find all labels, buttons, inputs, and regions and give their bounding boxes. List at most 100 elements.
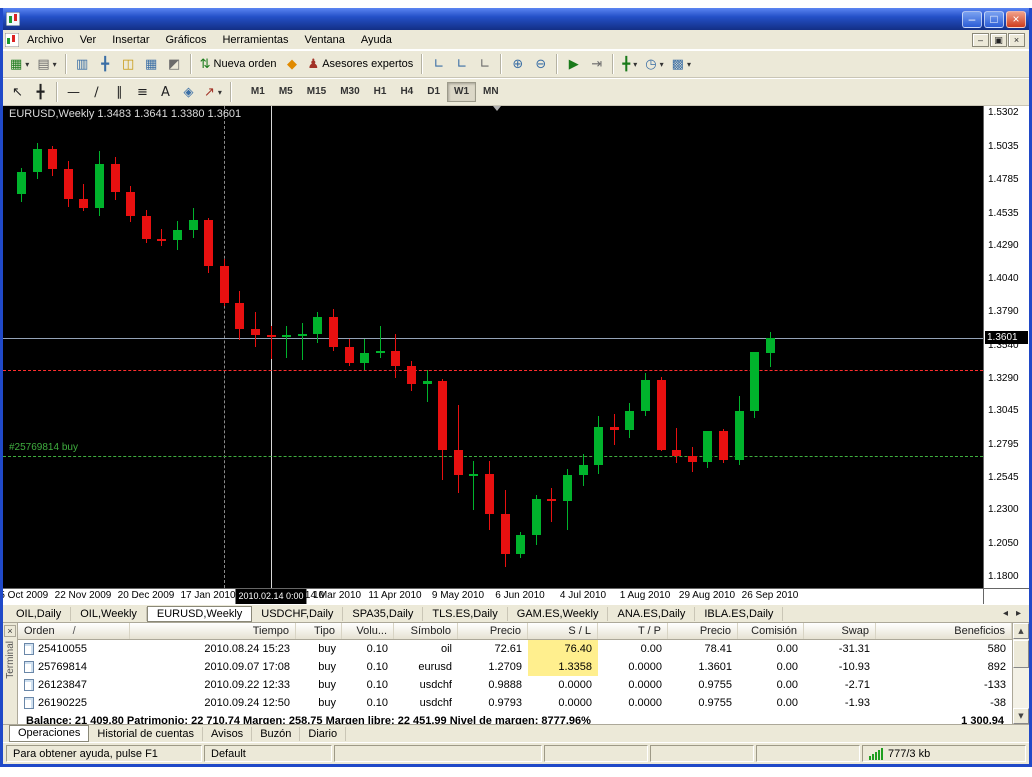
- column-header-comision[interactable]: Comisión: [738, 623, 804, 639]
- status-profile[interactable]: Default: [204, 745, 332, 762]
- date-axis[interactable]: 25 Oct 200922 Nov 200920 Dec 200917 Jan …: [3, 589, 983, 604]
- menu-archivo[interactable]: Archivo: [19, 32, 72, 48]
- timeframe-m5[interactable]: M5: [272, 82, 300, 102]
- terminal-tab-operaciones[interactable]: Operaciones: [9, 725, 89, 742]
- close-button[interactable]: ×: [1006, 11, 1026, 28]
- profiles-button[interactable]: ▤▾: [33, 53, 60, 75]
- column-header-s-l[interactable]: S / L: [528, 623, 598, 639]
- chart-tab-gam-es-weekly[interactable]: GAM.ES,Weekly: [508, 607, 609, 621]
- trendline-button[interactable]: ∕: [85, 81, 108, 103]
- column-header-swap[interactable]: Swap: [804, 623, 876, 639]
- chart-tab-usdchf-daily[interactable]: USDCHF,Daily: [252, 607, 343, 621]
- timeframe-m15[interactable]: M15: [300, 82, 333, 102]
- order-row[interactable]: 254100552010.08.24 15:23buy0.10oil72.617…: [18, 640, 1012, 658]
- chart-tab-ibla-es-daily[interactable]: IBLA.ES,Daily: [695, 607, 783, 621]
- timeframe-h1[interactable]: H1: [367, 82, 394, 102]
- chart-tab-spa35-daily[interactable]: SPA35,Daily: [343, 607, 423, 621]
- menu-ayuda[interactable]: Ayuda: [353, 32, 400, 48]
- zoom-in-button[interactable]: ⊕: [506, 53, 529, 75]
- periods-dropdown-icon[interactable]: ▾: [660, 60, 664, 69]
- timeframe-d1[interactable]: D1: [420, 82, 447, 102]
- mdi-minimize-button[interactable]: –: [972, 33, 989, 47]
- market-watch-button[interactable]: ▥: [71, 53, 94, 75]
- column-header-volu[interactable]: Volu...: [342, 623, 394, 639]
- navigator-button[interactable]: ◫: [117, 53, 140, 75]
- mdi-restore-button[interactable]: ▣: [990, 33, 1007, 47]
- chart-tab-eurusd-weekly[interactable]: EURUSD,Weekly: [147, 606, 252, 622]
- column-header-beneficios[interactable]: Beneficios: [876, 623, 1012, 639]
- chart-tab-scroll-left-icon[interactable]: ◂: [999, 608, 1012, 619]
- menu-insertar[interactable]: Insertar: [104, 32, 157, 48]
- price-axis[interactable]: 1.53021.50351.47851.45351.42901.40401.37…: [983, 106, 1029, 588]
- terminal-tab-buzon[interactable]: Buzón: [252, 727, 300, 741]
- timeframe-m30[interactable]: M30: [333, 82, 366, 102]
- column-header-precio[interactable]: Precio: [458, 623, 528, 639]
- column-header-tipo[interactable]: Tipo: [296, 623, 342, 639]
- order-row[interactable]: 257698142010.09.07 17:08buy0.10eurusd1.2…: [18, 658, 1012, 676]
- title-bar[interactable]: –□×: [3, 8, 1029, 30]
- scroll-up-icon[interactable]: ▲: [1013, 623, 1029, 639]
- order-row[interactable]: 261902252010.09.24 12:50buy0.10usdchf0.9…: [18, 694, 1012, 712]
- column-header-precio[interactable]: Precio: [668, 623, 738, 639]
- crosshair-button[interactable]: ╋: [29, 81, 52, 103]
- terminal-tab-historial-de-cuentas[interactable]: Historial de cuentas: [89, 727, 203, 741]
- minimize-button[interactable]: –: [962, 11, 982, 28]
- data-window-button[interactable]: ╋: [94, 53, 117, 75]
- strategy-tester-button[interactable]: ◩: [163, 53, 186, 75]
- equidistant-channel-button[interactable]: ∥: [108, 81, 131, 103]
- new-chart-dropdown-icon[interactable]: ▾: [25, 60, 29, 69]
- new-chart-button[interactable]: ▦▾: [6, 53, 33, 75]
- menu-herramientas[interactable]: Herramientas: [214, 32, 296, 48]
- terminal-tab-diario[interactable]: Diario: [300, 727, 346, 741]
- new-order-button[interactable]: ⇅Nueva orden: [196, 53, 281, 75]
- expert-advisors-button[interactable]: ♟Asesores expertos: [304, 53, 418, 75]
- indicators-dropdown-icon[interactable]: ▾: [633, 60, 637, 69]
- menu-graficos[interactable]: Gráficos: [158, 32, 215, 48]
- mdi-close-button[interactable]: ×: [1008, 33, 1025, 47]
- maximize-button[interactable]: □: [984, 11, 1004, 28]
- order-row[interactable]: 261238472010.09.22 12:33buy0.10usdchf0.9…: [18, 676, 1012, 694]
- chart-shift-button[interactable]: ⇥: [585, 53, 608, 75]
- column-header-simbolo[interactable]: Símbolo: [394, 623, 458, 639]
- cursor-button[interactable]: ↖: [6, 81, 29, 103]
- horizontal-line-button[interactable]: —: [62, 81, 85, 103]
- templates-button[interactable]: ▩▾: [668, 53, 695, 75]
- arrows-button[interactable]: ↗▾: [200, 81, 226, 103]
- candlestick-chart-button[interactable]: ∟: [450, 53, 473, 75]
- profiles-dropdown-icon[interactable]: ▾: [53, 60, 57, 69]
- timeframe-mn[interactable]: MN: [476, 82, 506, 102]
- timeframe-m1[interactable]: M1: [244, 82, 272, 102]
- chart-tab-ana-es-daily[interactable]: ANA.ES,Daily: [608, 607, 695, 621]
- fibonacci-button[interactable]: ≡: [131, 81, 154, 103]
- terminal-button[interactable]: ▦: [140, 53, 163, 75]
- column-header-t-p[interactable]: T / P: [598, 623, 668, 639]
- periods-button[interactable]: ◷▾: [641, 53, 667, 75]
- menu-ventana[interactable]: Ventana: [297, 32, 353, 48]
- bar-chart-button[interactable]: ∟: [427, 53, 450, 75]
- metaeditor-button[interactable]: ◆: [281, 53, 304, 75]
- chart-tab-oil-weekly[interactable]: OIL,Weekly: [71, 607, 147, 621]
- column-header-tiempo[interactable]: Tiempo: [130, 623, 296, 639]
- arrows-dropdown-icon[interactable]: ▾: [218, 88, 222, 97]
- column-header-orden[interactable]: Orden/: [18, 623, 130, 639]
- auto-scroll-button[interactable]: ▶: [562, 53, 585, 75]
- chart-tab-scroll-right-icon[interactable]: ▸: [1012, 608, 1025, 619]
- zoom-out-button[interactable]: ⊖: [529, 53, 552, 75]
- templates-dropdown-icon[interactable]: ▾: [687, 60, 691, 69]
- terminal-tab-avisos[interactable]: Avisos: [203, 727, 252, 741]
- scroll-thumb[interactable]: [1013, 640, 1029, 668]
- scroll-track[interactable]: [1013, 669, 1029, 708]
- line-chart-button[interactable]: ∟: [473, 53, 496, 75]
- text-label-button[interactable]: ◈: [177, 81, 200, 103]
- text-button[interactable]: A: [154, 81, 177, 103]
- timeframe-h4[interactable]: H4: [393, 82, 420, 102]
- chart-plot[interactable]: EURUSD,Weekly 1.3483 1.3641 1.3380 1.360…: [3, 106, 983, 588]
- terminal-close-button[interactable]: ×: [4, 625, 16, 637]
- chart-tab-tls-es-daily[interactable]: TLS.ES,Daily: [423, 607, 507, 621]
- scroll-down-icon[interactable]: ▼: [1013, 708, 1029, 724]
- indicators-button[interactable]: ╋▾: [618, 53, 641, 75]
- timeframe-w1[interactable]: W1: [447, 82, 476, 102]
- terminal-scrollbar[interactable]: ▲ ▼: [1012, 623, 1029, 724]
- menu-ver[interactable]: Ver: [72, 32, 105, 48]
- chart-tab-oil-daily[interactable]: OIL,Daily: [7, 607, 71, 621]
